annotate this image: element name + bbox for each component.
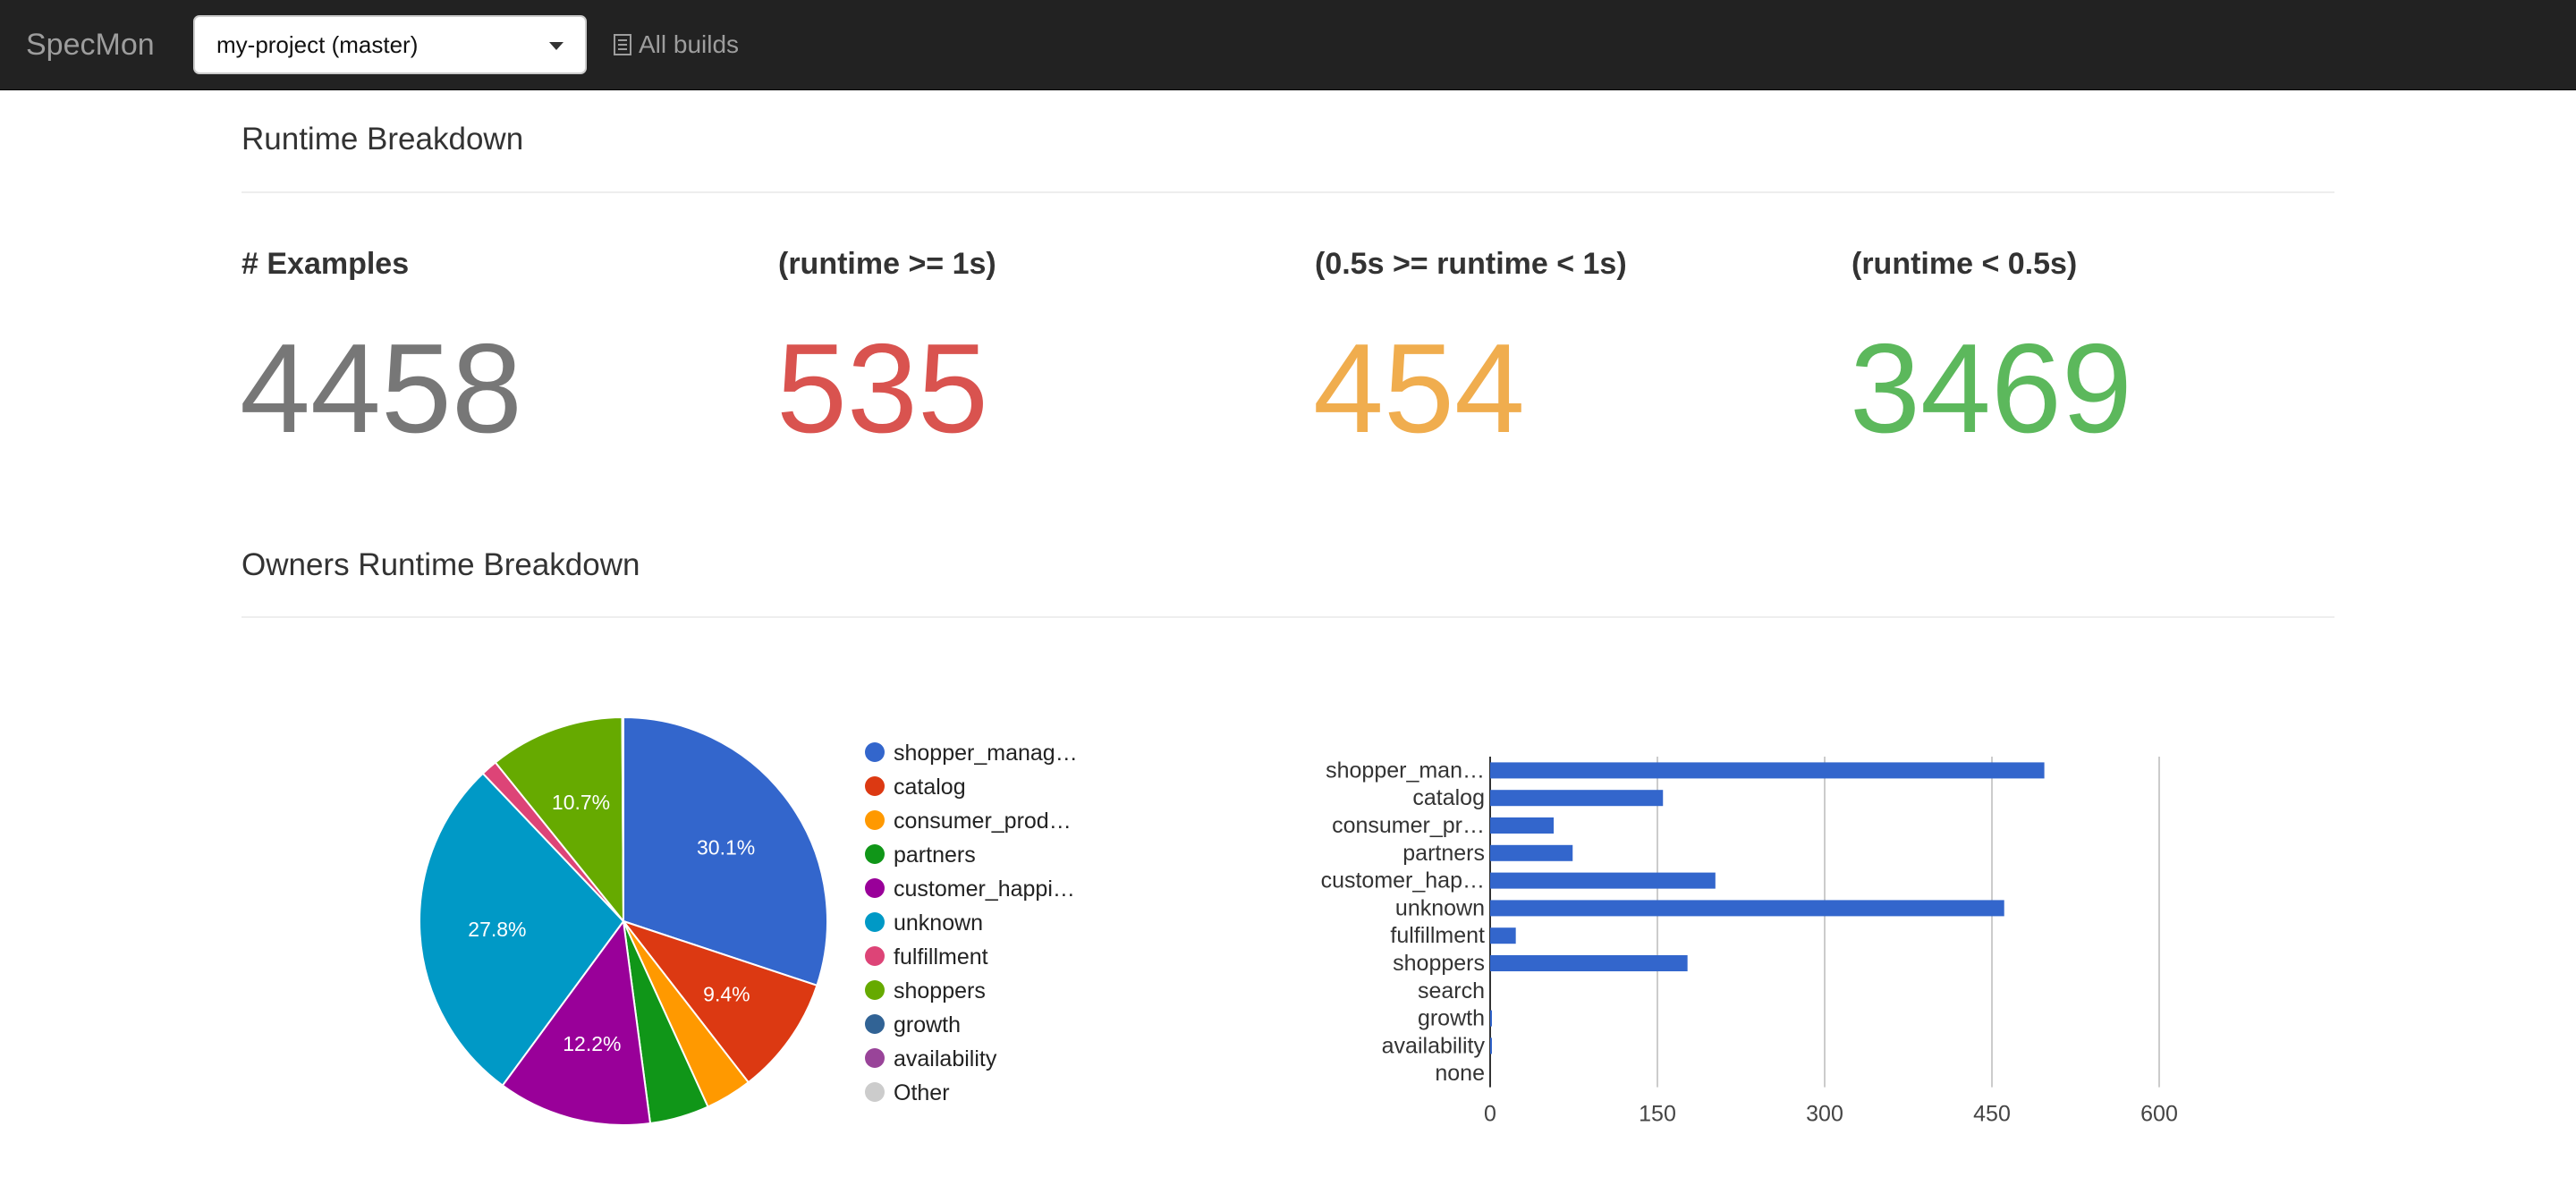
x-tick-label: 150 [1639, 1102, 1676, 1127]
legend-label[interactable]: shoppers [894, 978, 986, 1003]
legend-label[interactable]: unknown [894, 910, 983, 936]
bar[interactable] [1490, 844, 1573, 861]
legend-label[interactable]: fulfillment [894, 944, 988, 970]
legend-swatch [865, 980, 885, 1000]
legend-swatch [865, 742, 885, 762]
bar[interactable] [1490, 762, 2045, 779]
legend-swatch [865, 946, 885, 966]
owners-pie-chart: 30.1% shopper_manag… 9.4% catalog consumer_p… [419, 716, 1078, 1126]
bar[interactable] [1490, 817, 1555, 834]
pie-slice-label: 10.7% [552, 791, 610, 814]
legend-label[interactable]: consumer_prod… [894, 809, 1072, 834]
bar[interactable] [1490, 955, 1688, 971]
legend-label[interactable]: availability [894, 1046, 997, 1071]
legend-swatch [865, 912, 885, 932]
y-category-label: none [1435, 1061, 1485, 1086]
x-tick-label: 600 [2140, 1102, 2178, 1127]
legend-swatch [865, 844, 885, 864]
legend-swatch [865, 878, 885, 898]
y-category-label: growth [1418, 1006, 1485, 1031]
legend-label[interactable]: customer_happi… [894, 876, 1075, 902]
legend-swatch [865, 776, 885, 796]
pie-slice-label: 9.4% [703, 983, 750, 1006]
bar[interactable] [1490, 900, 2004, 917]
y-category-label: partners [1402, 841, 1485, 866]
y-category-label: shopper_man… [1326, 758, 1485, 783]
stat-fast-label: (runtime < 0.5s) [1852, 247, 2078, 281]
legend-label[interactable]: catalog [894, 775, 966, 800]
y-category-label: shoppers [1393, 951, 1485, 976]
pie-slice-label: 12.2% [563, 1032, 621, 1055]
legend-label[interactable]: partners [894, 843, 976, 868]
y-category-label: availability [1382, 1033, 1486, 1058]
bar[interactable] [1490, 1037, 1492, 1054]
bar[interactable] [1490, 927, 1516, 944]
y-category-label: catalog [1412, 785, 1485, 810]
bar[interactable] [1490, 1010, 1492, 1027]
x-tick-label: 450 [1973, 1102, 2011, 1127]
legend-label[interactable]: Other [894, 1080, 950, 1105]
legend-label[interactable]: growth [894, 1012, 961, 1037]
y-category-label: fulfillment [1390, 923, 1485, 948]
pie-slice-label: 27.8% [468, 918, 526, 941]
legend-swatch [865, 1048, 885, 1068]
stat-medium-value: 454 [1313, 318, 1525, 460]
stat-fast-value: 3469 [1850, 318, 2132, 460]
legend-swatch [865, 810, 885, 830]
y-category-label: search [1418, 978, 1485, 1003]
y-category-label: customer_hap… [1321, 868, 1485, 893]
bar[interactable] [1490, 872, 1716, 889]
stat-medium-label: (0.5s >= runtime < 1s) [1315, 247, 1627, 281]
legend-label[interactable]: shopper_manag… [894, 741, 1078, 766]
x-tick-label: 300 [1806, 1102, 1843, 1127]
legend-swatch [865, 1082, 885, 1102]
y-category-label: unknown [1395, 895, 1485, 920]
x-tick-label: 0 [1484, 1102, 1496, 1127]
bar[interactable] [1490, 790, 1664, 807]
pie-slice-label: 30.1% [697, 835, 755, 859]
legend-swatch [865, 1014, 885, 1034]
y-category-label: consumer_pr… [1332, 813, 1485, 838]
